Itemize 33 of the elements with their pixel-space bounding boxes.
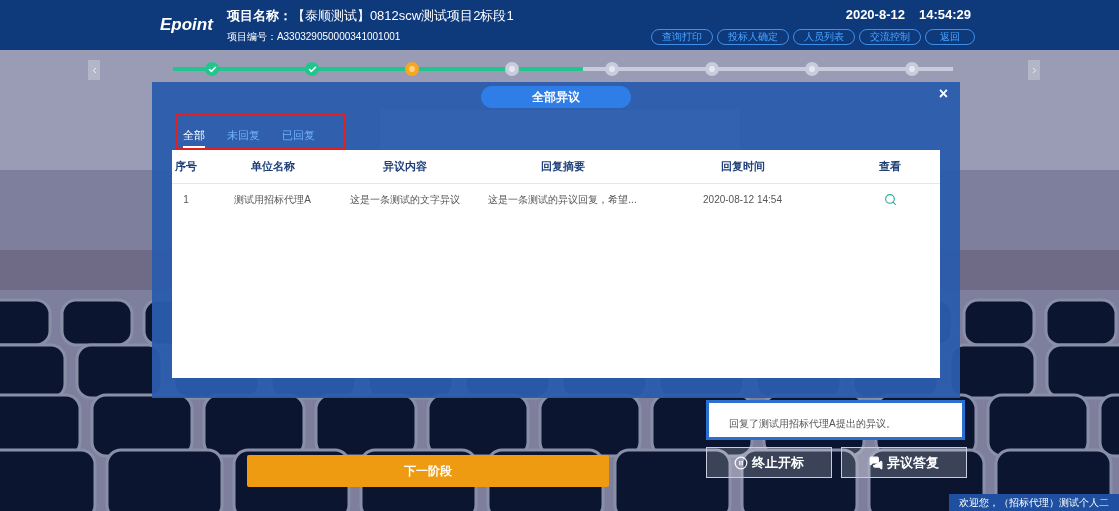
column-header: 回复时间	[720, 159, 765, 175]
welcome-text: 欢迎您，（招标代理）测试个人二	[959, 496, 1109, 510]
date: 2020-8-12	[845, 6, 905, 25]
table-cell-text: 2020-08-12 14:54	[703, 192, 782, 207]
time: 14:54:29	[918, 6, 971, 25]
next-stage-button[interactable]: 下一阶段	[247, 455, 609, 487]
search-icon[interactable]	[883, 192, 897, 206]
page-right-handle[interactable]	[1028, 60, 1040, 80]
side-card-text: 回复了测试用招标代理A提出的异议。	[729, 417, 896, 431]
dialog-title: 全部异议	[481, 86, 631, 108]
code-label: 项目编号：	[226, 29, 277, 44]
table-cell-text: 这是一条测试的文字异议	[350, 192, 460, 207]
filter-tab[interactable]: 已回复	[282, 126, 315, 148]
column-header: 序号	[175, 159, 197, 175]
logo: Epoint	[160, 14, 213, 37]
page-left-handle[interactable]	[88, 60, 100, 80]
project-code: A330329050000341001001	[276, 29, 401, 44]
column-header: 单位名称	[250, 159, 295, 175]
chat-icon	[869, 455, 883, 470]
close-button[interactable]: ×	[938, 86, 948, 102]
project-name: 【泰顺测试】0812scw测试项目2标段1	[291, 7, 514, 26]
filter-tab[interactable]: 全部	[183, 126, 205, 148]
column-header: 查看	[879, 159, 901, 175]
column-header: 回复摘要	[540, 159, 585, 175]
table-cell-text: 1	[183, 192, 189, 207]
column-header: 异议内容	[383, 159, 427, 175]
pause-icon	[734, 455, 748, 470]
table-cell-text: 这是一条测试的异议回复，希望...	[488, 192, 637, 207]
action-button[interactable]: 异议答复	[841, 447, 967, 478]
project-label: 项目名称：	[226, 7, 292, 26]
filter-tab[interactable]: 未回复	[227, 126, 260, 148]
action-button[interactable]: 终止开标	[706, 447, 832, 478]
table-cell-text: 测试用招标代理A	[234, 192, 311, 207]
